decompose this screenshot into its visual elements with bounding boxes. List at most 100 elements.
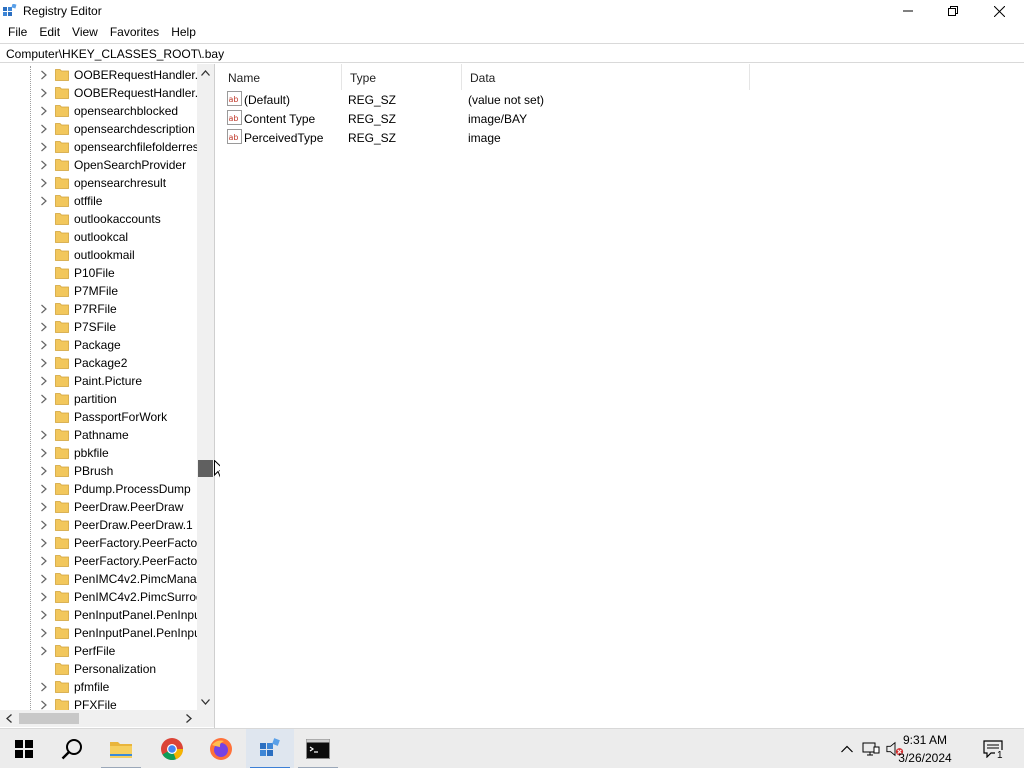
close-button[interactable]: [976, 0, 1022, 22]
column-header-name[interactable]: Name: [220, 64, 342, 90]
chevron-right-icon[interactable]: [40, 484, 48, 494]
chevron-right-icon[interactable]: [40, 430, 48, 440]
tree-item[interactable]: P7SFile: [0, 318, 197, 336]
chevron-right-icon[interactable]: [40, 556, 48, 566]
chevron-right-icon[interactable]: [40, 376, 48, 386]
tree-item[interactable]: P7RFile: [0, 300, 197, 318]
chevron-right-icon[interactable]: [40, 538, 48, 548]
taskbar-firefox[interactable]: [197, 729, 245, 768]
tree-item[interactable]: pbkfile: [0, 444, 197, 462]
chevron-right-icon[interactable]: [40, 592, 48, 602]
tree-item[interactable]: PenInputPanel.PenInpu: [0, 606, 197, 624]
tree-item[interactable]: Paint.Picture: [0, 372, 197, 390]
menu-file[interactable]: File: [2, 22, 33, 42]
tree-item[interactable]: PenInputPanel.PenInpu: [0, 624, 197, 642]
show-hidden-icons-button[interactable]: [838, 740, 856, 758]
scroll-left-button[interactable]: [0, 710, 17, 727]
chevron-right-icon[interactable]: [40, 160, 48, 170]
chevron-right-icon[interactable]: [40, 520, 48, 530]
tree-item[interactable]: PeerDraw.PeerDraw.1: [0, 516, 197, 534]
scroll-up-button[interactable]: [197, 64, 214, 81]
tree-item[interactable]: P10File: [0, 264, 197, 282]
tree-item[interactable]: opensearchblocked: [0, 102, 197, 120]
chevron-right-icon[interactable]: [40, 124, 48, 134]
tree-item[interactable]: PassportForWork: [0, 408, 197, 426]
taskbar-file-explorer[interactable]: [97, 729, 145, 768]
tree-item[interactable]: PenIMC4v2.PimcManag: [0, 570, 197, 588]
tree-item[interactable]: opensearchdescription: [0, 120, 197, 138]
tree-item[interactable]: OOBERequestHandler.C: [0, 84, 197, 102]
chevron-right-icon[interactable]: [40, 610, 48, 620]
tree-item[interactable]: pfmfile: [0, 678, 197, 696]
tree-item[interactable]: PerfFile: [0, 642, 197, 660]
tree-item[interactable]: PeerFactory.PeerFactory: [0, 552, 197, 570]
tree-item[interactable]: OpenSearchProvider: [0, 156, 197, 174]
start-button[interactable]: [0, 729, 48, 768]
chevron-right-icon[interactable]: [40, 340, 48, 350]
tree-item[interactable]: opensearchfilefolderres: [0, 138, 197, 156]
menu-help[interactable]: Help: [165, 22, 202, 42]
tree-item[interactable]: PeerFactory.PeerFactory: [0, 534, 197, 552]
chevron-right-icon[interactable]: [40, 628, 48, 638]
menu-edit[interactable]: Edit: [33, 22, 66, 42]
clock-date[interactable]: 3/26/2024: [890, 751, 960, 765]
value-row[interactable]: ab Content Type REG_SZ image/BAY: [220, 109, 750, 128]
horizontal-scroll-thumb[interactable]: [19, 713, 79, 724]
chevron-right-icon[interactable]: [40, 142, 48, 152]
tree-item[interactable]: Personalization: [0, 660, 197, 678]
chevron-right-icon[interactable]: [40, 70, 48, 80]
tree-item[interactable]: outlookmail: [0, 246, 197, 264]
tree-item[interactable]: OOBERequestHandler.C: [0, 66, 197, 84]
scroll-right-button[interactable]: [180, 710, 197, 727]
tree-item[interactable]: Package: [0, 336, 197, 354]
tree-item[interactable]: outlookaccounts: [0, 210, 197, 228]
chevron-right-icon[interactable]: [40, 196, 48, 206]
chevron-right-icon[interactable]: [40, 358, 48, 368]
menu-favorites[interactable]: Favorites: [104, 22, 165, 42]
menu-view[interactable]: View: [66, 22, 104, 42]
tree-item[interactable]: PBrush: [0, 462, 197, 480]
tree-item[interactable]: Pathname: [0, 426, 197, 444]
chevron-right-icon[interactable]: [40, 394, 48, 404]
value-row[interactable]: ab (Default) REG_SZ (value not set): [220, 90, 750, 109]
chevron-right-icon[interactable]: [40, 700, 48, 710]
chevron-right-icon[interactable]: [40, 574, 48, 584]
taskbar-chrome[interactable]: [148, 729, 196, 768]
chevron-right-icon[interactable]: [40, 502, 48, 512]
scroll-down-button[interactable]: [197, 693, 214, 710]
tree-item[interactable]: PFXFile: [0, 696, 197, 710]
search-button[interactable]: [48, 729, 96, 768]
tree-horizontal-scrollbar[interactable]: [0, 710, 197, 727]
address-path[interactable]: Computer\HKEY_CLASSES_ROOT\.bay: [6, 47, 224, 61]
chevron-right-icon[interactable]: [40, 322, 48, 332]
column-header-data[interactable]: Data: [462, 64, 750, 90]
column-header-type[interactable]: Type: [342, 64, 462, 90]
value-row[interactable]: ab PerceivedType REG_SZ image: [220, 128, 750, 147]
chevron-right-icon[interactable]: [40, 106, 48, 116]
chevron-right-icon[interactable]: [40, 448, 48, 458]
chevron-right-icon[interactable]: [40, 466, 48, 476]
chevron-right-icon[interactable]: [40, 646, 48, 656]
tree-item[interactable]: partition: [0, 390, 197, 408]
clock-time[interactable]: 9:31 AM: [890, 733, 960, 747]
chevron-right-icon[interactable]: [40, 682, 48, 692]
tree-item[interactable]: Package2: [0, 354, 197, 372]
scroll-thumb[interactable]: [198, 460, 213, 477]
tree-item[interactable]: PenIMC4v2.PimcSurrog: [0, 588, 197, 606]
tree-item[interactable]: outlookcal: [0, 228, 197, 246]
chevron-right-icon[interactable]: [40, 178, 48, 188]
chevron-right-icon[interactable]: [40, 304, 48, 314]
taskbar-terminal[interactable]: [294, 729, 342, 768]
tree-item[interactable]: opensearchresult: [0, 174, 197, 192]
address-bar[interactable]: Computer\HKEY_CLASSES_ROOT\.bay: [0, 43, 1024, 63]
tree-item[interactable]: Pdump.ProcessDump: [0, 480, 197, 498]
tree-vertical-scrollbar[interactable]: [197, 64, 214, 710]
network-tray-button[interactable]: [862, 740, 880, 758]
tree-item[interactable]: P7MFile: [0, 282, 197, 300]
restore-button[interactable]: [930, 0, 976, 22]
tree-item[interactable]: PeerDraw.PeerDraw: [0, 498, 197, 516]
minimize-button[interactable]: [885, 0, 931, 22]
taskbar-regedit[interactable]: [246, 729, 294, 768]
chevron-right-icon[interactable]: [40, 88, 48, 98]
tree-item[interactable]: otffile: [0, 192, 197, 210]
